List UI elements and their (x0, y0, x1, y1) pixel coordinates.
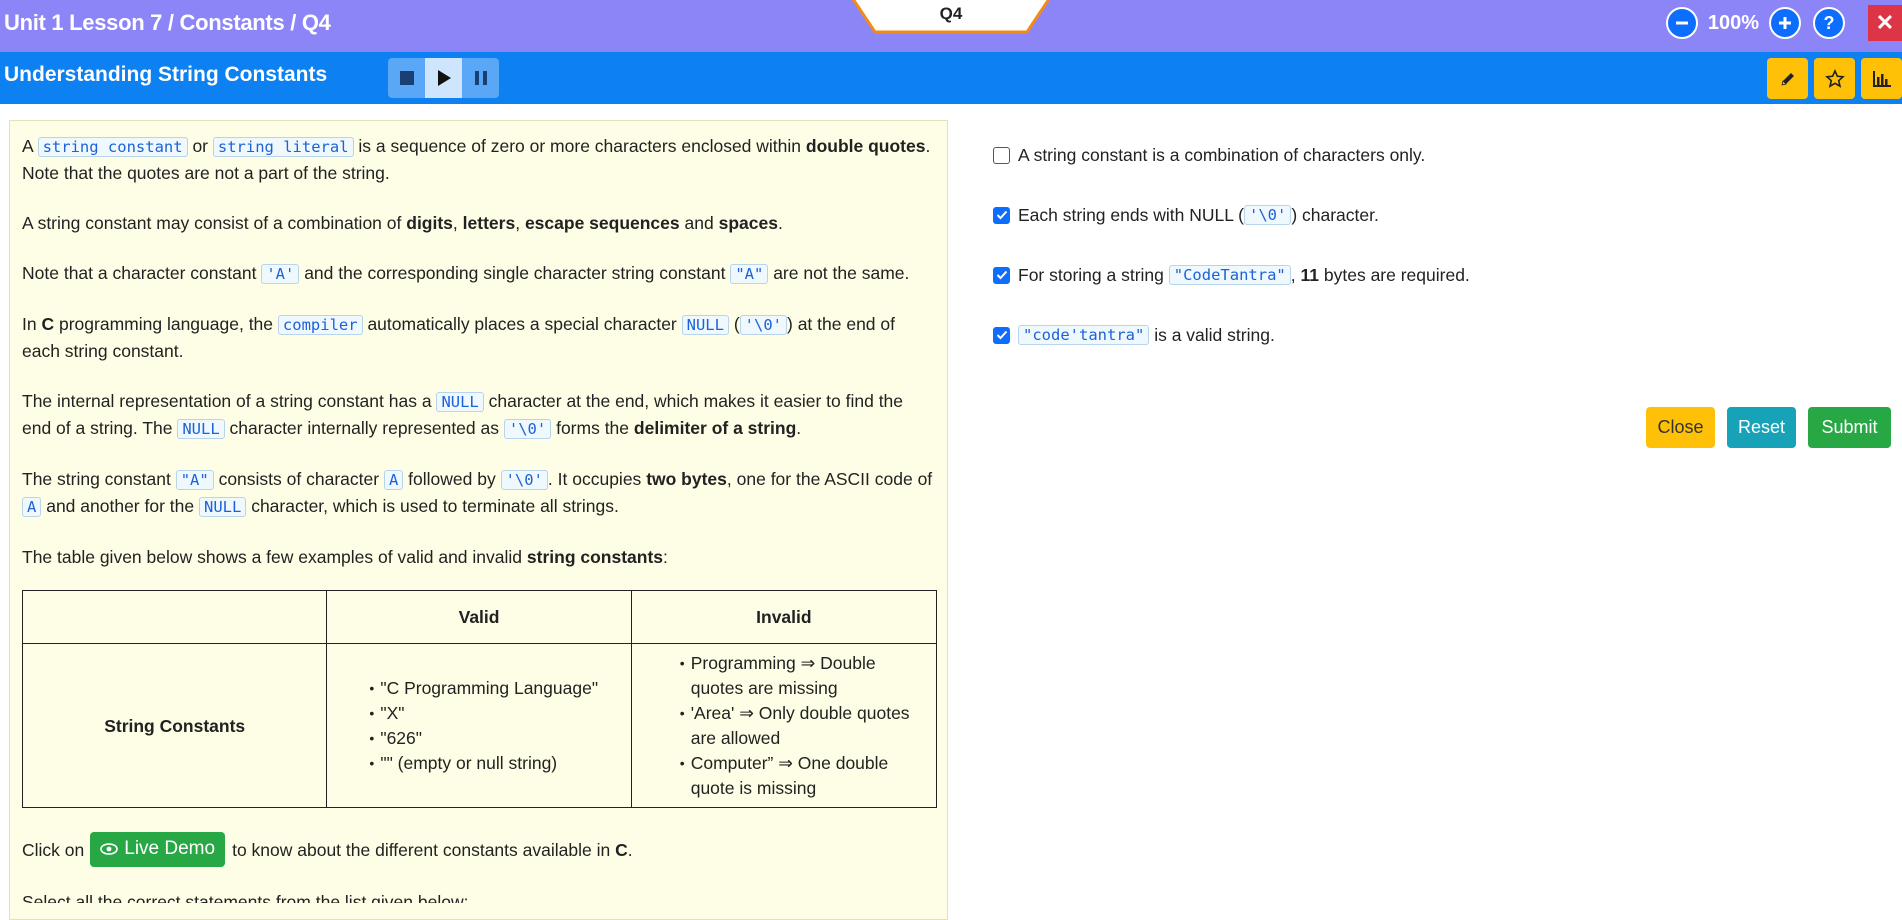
list-item: Programming ⇒ Double quotes are missing (680, 651, 918, 701)
zoom-level: 100% (1707, 11, 1759, 34)
check-icon (996, 210, 1007, 220)
eye-icon (100, 843, 119, 855)
live-demo-line: Click on Live Demo to know about the dif… (22, 832, 935, 867)
help-icon[interactable]: ? (1813, 7, 1845, 39)
code-string-literal: string literal (212, 137, 354, 157)
list-item: Computer” ⇒ One double quote is missing (680, 751, 918, 801)
code-string-constant: string constant (37, 137, 188, 157)
star-icon[interactable] (1814, 58, 1855, 99)
question-tab-label: Q4 (939, 4, 963, 23)
table-row-label: String Constants (21, 643, 328, 808)
lesson-header: Understanding String Constants (0, 52, 1902, 104)
list-item: "626" (369, 726, 630, 751)
checkbox-checked[interactable] (993, 206, 1010, 224)
paragraph-definition: A string constant or string literal is a… (22, 136, 931, 183)
checkbox-checked[interactable] (993, 326, 1010, 344)
breadcrumb: Unit 1 Lesson 7 / Constants / Q4 (4, 10, 331, 35)
check-icon (996, 270, 1007, 280)
stop-icon[interactable] (388, 58, 425, 98)
close-icon[interactable]: ✕ (1868, 5, 1902, 41)
option-4[interactable]: "code'tantra" is a valid string. (993, 322, 1470, 348)
checkbox[interactable] (993, 146, 1010, 164)
valid-examples-cell: "C Programming Language" "X" "626" "" (e… (326, 643, 632, 808)
instruction-text: Select all the correct statements from t… (22, 892, 469, 903)
table-header-empty (21, 590, 328, 644)
lesson-title: Understanding String Constants (4, 63, 328, 86)
answer-options: A string constant is a combination of ch… (993, 142, 1470, 382)
check-icon (996, 330, 1007, 340)
zoom-in-icon[interactable] (1769, 7, 1801, 39)
action-buttons: Close Reset Submit (1646, 407, 1891, 448)
zoom-controls: 100% ? (1665, 7, 1845, 39)
paragraph-internal-representation: The internal representation of a string … (22, 391, 904, 439)
examples-table: Valid Invalid String Constants "C Progra… (21, 590, 938, 808)
pencil-icon[interactable] (1767, 58, 1808, 99)
reset-button[interactable]: Reset (1727, 407, 1796, 448)
question-tab[interactable]: Q4 (851, 0, 1051, 36)
pause-icon[interactable] (462, 58, 499, 98)
table-header-row: Valid Invalid (21, 590, 938, 644)
checkbox-checked[interactable] (993, 266, 1010, 284)
table-header-valid: Valid (326, 590, 632, 644)
media-controls (388, 58, 499, 98)
submit-button[interactable]: Submit (1808, 407, 1891, 448)
paragraph-null-terminator: In C programming language, the compiler … (22, 314, 895, 361)
lesson-content: A string constant or string literal is a… (9, 120, 948, 920)
tool-buttons (1767, 58, 1902, 99)
list-item: "X" (369, 701, 630, 726)
table-row: String Constants "C Programming Language… (21, 643, 938, 808)
list-item: 'Area' ⇒ Only double quotes are allowed (680, 701, 918, 751)
paragraph-table-intro: The table given below shows a few exampl… (22, 547, 668, 567)
paragraph-composition: A string constant may consist of a combi… (22, 213, 783, 233)
option-3[interactable]: For storing a string "CodeTantra", 11 by… (993, 262, 1470, 288)
invalid-examples-cell: Programming ⇒ Double quotes are missing … (630, 643, 938, 808)
live-demo-button[interactable]: Live Demo (90, 832, 226, 867)
zoom-out-icon[interactable] (1665, 7, 1698, 39)
list-item: "" (empty or null string) (369, 751, 630, 776)
option-1[interactable]: A string constant is a combination of ch… (993, 142, 1470, 168)
bar-chart-icon[interactable] (1861, 58, 1902, 99)
close-button[interactable]: Close (1646, 407, 1715, 448)
paragraph-char-vs-string: Note that a character constant 'A' and t… (22, 263, 910, 284)
option-2[interactable]: Each string ends with NULL ('\0') charac… (993, 202, 1470, 228)
table-header-invalid: Invalid (630, 590, 938, 644)
paragraph-two-bytes: The string constant "A" consists of char… (22, 469, 933, 517)
list-item: "C Programming Language" (369, 676, 630, 701)
play-icon[interactable] (425, 58, 462, 98)
top-bar: Unit 1 Lesson 7 / Constants / Q4 Q4 100%… (0, 0, 1902, 52)
